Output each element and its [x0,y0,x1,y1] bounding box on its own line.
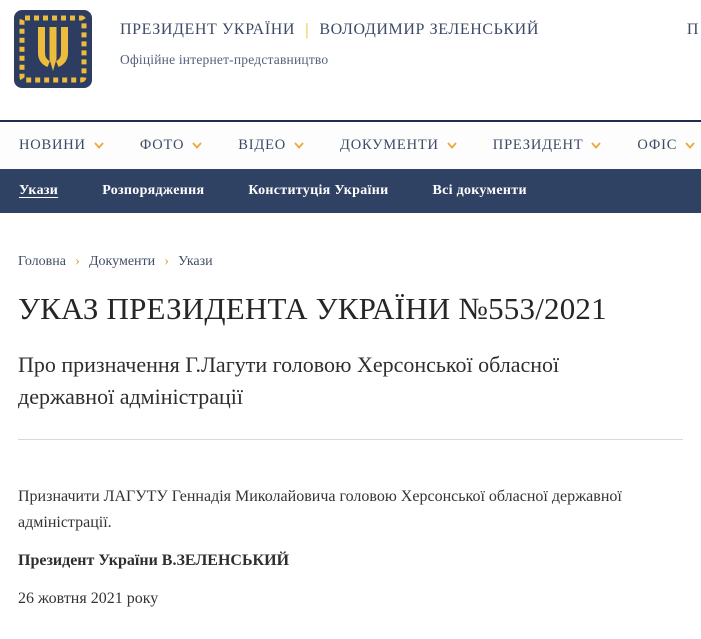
nav-label: ДОКУМЕНТИ [340,137,439,154]
breadcrumb: Головна › Документи › Укази [18,253,683,270]
chevron-down-icon [192,142,202,149]
breadcrumb-home[interactable]: Головна [18,254,66,270]
brand-separator: | [306,20,309,40]
nav-label: ФОТО [140,137,184,154]
header-clipped-text[interactable]: П [687,21,699,39]
site-header: ПРЕЗИДЕНТ УКРАЇНИ | ВОЛОДИМИР ЗЕЛЕНСЬКИЙ… [0,0,701,120]
chevron-down-icon [447,142,457,149]
breadcrumb-documents[interactable]: Документи [89,254,155,270]
brand-title[interactable]: ПРЕЗИДЕНТ УКРАЇНИ [120,21,295,39]
content-divider [18,439,683,440]
decree-subtitle: Про призначення Г.Лагути головою Херсонс… [18,349,618,413]
nav-label: ВІДЕО [238,137,286,154]
decree-title: УКАЗ ПРЕЗИДЕНТА УКРАЇНИ №553/2021 [18,291,683,327]
subnav-item-ukazy[interactable]: Укази [19,183,58,199]
nav-item-foto[interactable]: ФОТО [140,137,202,154]
nav-item-video[interactable]: ВІДЕО [238,137,304,154]
main-navigation: НОВИНИ ФОТО ВІДЕО ДОКУМЕНТИ ПРЕЗИДЕНТ ОФ… [0,120,701,169]
breadcrumb-separator-icon: › [164,253,169,270]
chevron-down-icon [94,142,104,149]
decree-body-text: Призначити ЛАГУТУ Геннадія Миколайовича … [18,484,638,536]
chevron-down-icon [591,142,601,149]
coat-of-arms-logo[interactable] [14,10,92,88]
nav-label: НОВИНИ [19,137,86,154]
main-content: Головна › Документи › Укази УКАЗ ПРЕЗИДЕ… [0,253,701,608]
nav-label: ПРЕЗИДЕНТ [493,137,584,154]
decree-date: 26 жовтня 2021 року [18,590,683,608]
subnav-item-vsi-dokumenty[interactable]: Всі документи [432,183,526,199]
nav-item-novyny[interactable]: НОВИНИ [19,137,104,154]
documents-subnav: Укази Розпорядження Конституція України … [0,169,701,213]
brand-subtitle: Офіційне інтернет-представництво [120,52,539,68]
subnav-item-konstytutsiya[interactable]: Конституція України [248,183,388,199]
ukraine-trident-icon [14,10,92,88]
breadcrumb-decrees[interactable]: Укази [178,254,213,270]
brand-block: ПРЕЗИДЕНТ УКРАЇНИ | ВОЛОДИМИР ЗЕЛЕНСЬКИЙ… [120,10,539,68]
decree-signature: Президент України В.ЗЕЛЕНСЬКИЙ [18,552,683,570]
breadcrumb-separator-icon: › [75,253,80,270]
nav-item-ofis[interactable]: ОФІС [637,137,695,154]
chevron-down-icon [294,142,304,149]
brand-person-name[interactable]: ВОЛОДИМИР ЗЕЛЕНСЬКИЙ [319,21,539,39]
chevron-down-icon [685,142,695,149]
nav-item-prezydent[interactable]: ПРЕЗИДЕНТ [493,137,602,154]
nav-label: ОФІС [637,137,677,154]
nav-item-dokumenty[interactable]: ДОКУМЕНТИ [340,137,457,154]
subnav-item-rozporyadzhennya[interactable]: Розпорядження [102,183,204,199]
